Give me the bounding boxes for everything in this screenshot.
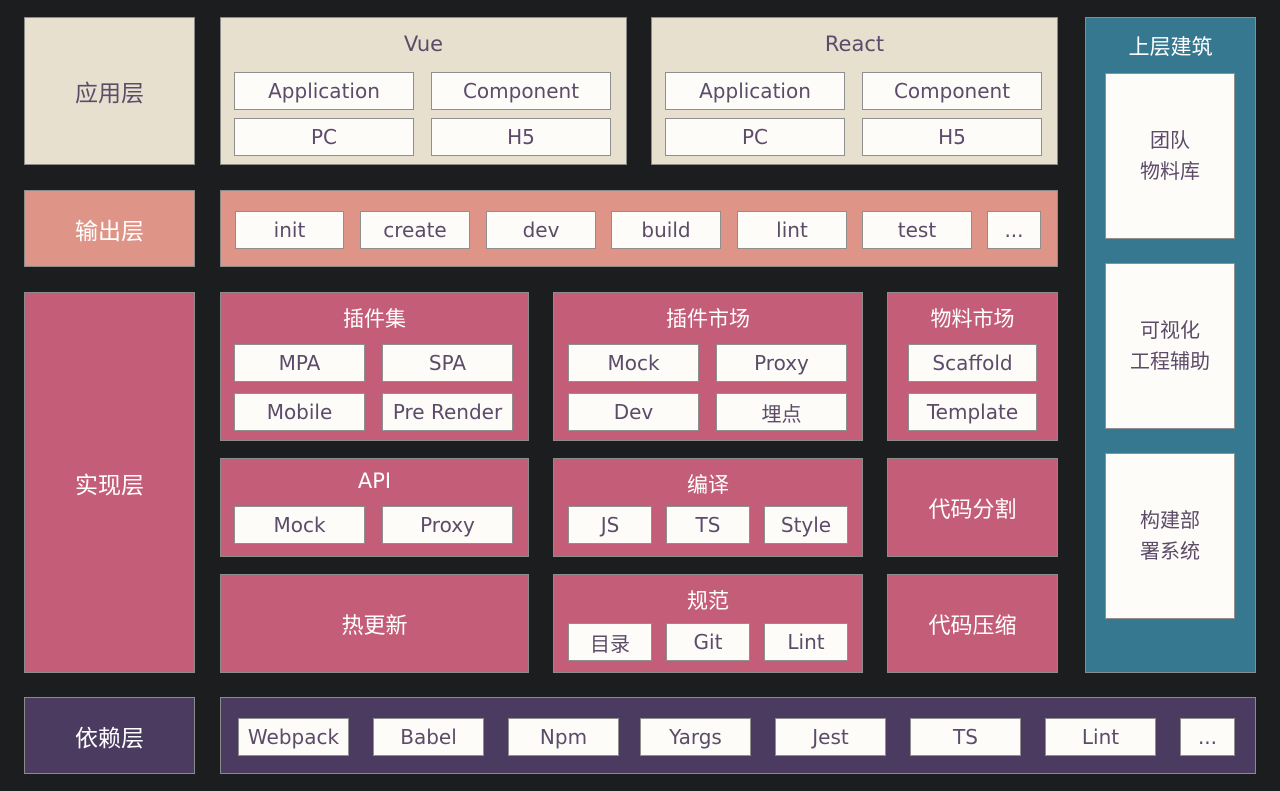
plugin-set-title: 插件集 <box>343 307 406 331</box>
compile-group: 编译 JS TS Style <box>553 458 863 557</box>
compile-js: JS <box>568 506 652 544</box>
material-scaffold: Scaffold <box>908 344 1037 382</box>
react-component: Component <box>862 72 1042 110</box>
visual-engineering-line2: 工程辅助 <box>1130 349 1210 373</box>
market-proxy: Proxy <box>716 344 847 382</box>
react-pc: PC <box>665 118 845 156</box>
compile-style: Style <box>764 506 848 544</box>
output-commands-group: init create dev build lint test ... <box>220 190 1058 267</box>
material-market-group: 物料市场 Scaffold Template <box>887 292 1058 441</box>
react-group: React Application Component PC H5 <box>651 17 1058 165</box>
plugin-market-title: 插件市场 <box>666 307 750 331</box>
plugin-set-group: 插件集 MPA SPA Mobile Pre Render <box>220 292 529 441</box>
vue-h5: H5 <box>431 118 611 156</box>
dependency-group: Webpack Babel Npm Yargs Jest TS Lint ... <box>220 697 1256 774</box>
plugin-pre-render: Pre Render <box>382 393 513 431</box>
superstructure-build-deploy: 构建部 署系统 <box>1105 453 1235 619</box>
react-application: Application <box>665 72 845 110</box>
vue-title: Vue <box>403 32 444 56</box>
dep-yargs: Yargs <box>640 718 751 756</box>
hot-reload-title: 热更新 <box>341 613 408 639</box>
plugin-market-group: 插件市场 Mock Proxy Dev 埋点 <box>553 292 863 441</box>
command-lint: lint <box>737 211 847 249</box>
command-create: create <box>360 211 470 249</box>
dep-lint: Lint <box>1045 718 1156 756</box>
output-layer-label-text: 输出层 <box>75 218 144 245</box>
command-dev: dev <box>486 211 596 249</box>
team-materials-line2: 物料库 <box>1140 159 1200 183</box>
implementation-layer-label-text: 实现层 <box>75 472 144 499</box>
dep-webpack: Webpack <box>238 718 349 756</box>
code-split-title: 代码分割 <box>928 497 1017 523</box>
dep-ts: TS <box>910 718 1021 756</box>
hot-reload-block: 热更新 <box>220 574 529 673</box>
code-compress-title: 代码压缩 <box>928 613 1017 639</box>
code-compress-block: 代码压缩 <box>887 574 1058 673</box>
material-template: Template <box>908 393 1037 431</box>
compile-ts: TS <box>666 506 750 544</box>
visual-engineering-line1: 可视化 <box>1140 318 1200 342</box>
standards-directory: 目录 <box>568 623 652 661</box>
code-split-block: 代码分割 <box>887 458 1058 557</box>
superstructure-group: 上层建筑 团队 物料库 可视化 工程辅助 构建部 署系统 <box>1085 17 1256 673</box>
standards-lint: Lint <box>764 623 848 661</box>
api-mock: Mock <box>234 506 365 544</box>
vue-pc: PC <box>234 118 414 156</box>
dep-babel: Babel <box>373 718 484 756</box>
build-deploy-line1: 构建部 <box>1140 508 1200 532</box>
output-layer-label: 输出层 <box>24 190 195 267</box>
implementation-layer-label: 实现层 <box>24 292 195 673</box>
api-title: API <box>357 469 392 493</box>
vue-application: Application <box>234 72 414 110</box>
standards-title: 规范 <box>687 589 729 613</box>
dependency-layer-label: 依赖层 <box>24 697 195 774</box>
command-test: test <box>862 211 972 249</box>
dep-jest: Jest <box>775 718 886 756</box>
superstructure-title: 上层建筑 <box>1128 35 1213 59</box>
vue-group: Vue Application Component PC H5 <box>220 17 627 165</box>
build-deploy-line2: 署系统 <box>1140 539 1200 563</box>
material-market-title: 物料市场 <box>930 307 1015 331</box>
application-layer-label: 应用层 <box>24 17 195 165</box>
react-h5: H5 <box>862 118 1042 156</box>
api-group: API Mock Proxy <box>220 458 529 557</box>
vue-component: Component <box>431 72 611 110</box>
superstructure-visual-engineering: 可视化 工程辅助 <box>1105 263 1235 429</box>
dep-npm: Npm <box>508 718 619 756</box>
plugin-spa: SPA <box>382 344 513 382</box>
plugin-mpa: MPA <box>234 344 365 382</box>
plugin-mobile: Mobile <box>234 393 365 431</box>
application-layer-label-text: 应用层 <box>75 81 144 107</box>
standards-group: 规范 目录 Git Lint <box>553 574 863 673</box>
dep-more: ... <box>1180 718 1235 756</box>
superstructure-team-materials: 团队 物料库 <box>1105 73 1235 239</box>
react-title: React <box>824 32 885 56</box>
market-mock: Mock <box>568 344 699 382</box>
market-dev: Dev <box>568 393 699 431</box>
standards-git: Git <box>666 623 750 661</box>
command-init: init <box>235 211 344 249</box>
dependency-layer-label-text: 依赖层 <box>75 725 144 752</box>
team-materials-line1: 团队 <box>1150 128 1190 152</box>
command-more: ... <box>987 211 1041 249</box>
command-build: build <box>611 211 721 249</box>
compile-title: 编译 <box>687 473 729 497</box>
market-tracking: 埋点 <box>716 393 847 431</box>
api-proxy: Proxy <box>382 506 513 544</box>
